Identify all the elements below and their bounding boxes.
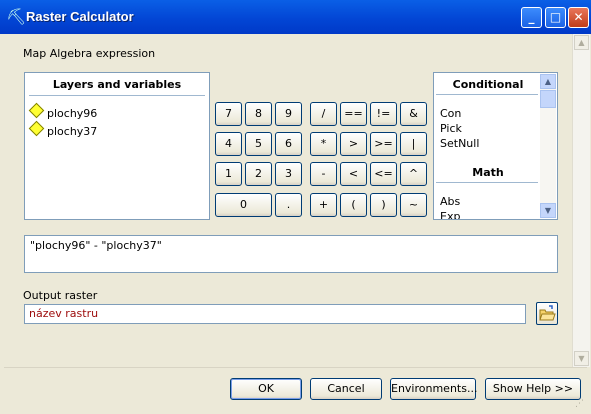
raster-layer-icon (28, 120, 45, 137)
key-less-equal[interactable]: <= (370, 162, 397, 186)
key-0[interactable]: 0 (215, 193, 272, 217)
key-4[interactable]: 4 (215, 132, 242, 156)
functions-scrollbar[interactable]: ▲ ▼ (540, 74, 556, 218)
raster-layer-icon (28, 102, 45, 119)
layer-item-plochy96[interactable]: plochy96 (28, 102, 97, 122)
key-greater-equal[interactable]: >= (370, 132, 397, 156)
function-abs[interactable]: Abs (440, 195, 460, 208)
output-raster-label: Output raster (23, 289, 98, 302)
functions-list[interactable]: Conditional Con Pick SetNull Math Abs Ex… (433, 72, 558, 220)
key-7[interactable]: 7 (215, 102, 242, 126)
scroll-thumb[interactable] (540, 90, 556, 108)
expression-label: Map Algebra expression (23, 47, 156, 60)
show-help-button[interactable]: Show Help >> (485, 378, 581, 400)
maximize-button[interactable]: □ (545, 7, 566, 28)
function-con[interactable]: Con (440, 107, 461, 120)
conditional-divider (436, 94, 538, 95)
key-8[interactable]: 8 (245, 102, 272, 126)
key-multiply[interactable]: * (310, 132, 337, 156)
key-5[interactable]: 5 (245, 132, 272, 156)
raster-calculator-icon: ⛏ (6, 7, 27, 26)
ok-button[interactable]: OK (230, 378, 302, 400)
open-folder-icon (539, 305, 556, 321)
function-setnull[interactable]: SetNull (440, 137, 479, 150)
key-close-paren[interactable]: ) (370, 193, 397, 217)
resize-grip-icon[interactable]: ⋰ (575, 399, 585, 409)
key-decimal[interactable]: . (275, 193, 302, 217)
browse-folder-button[interactable] (536, 302, 558, 325)
key-plus[interactable]: + (310, 193, 337, 217)
key-3[interactable]: 3 (275, 162, 302, 186)
expression-textbox[interactable]: "plochy96" - "plochy37" (24, 235, 558, 273)
window-title: Raster Calculator (26, 9, 134, 24)
key-and[interactable]: & (400, 102, 427, 126)
minimize-button[interactable]: _ (521, 7, 542, 28)
output-raster-input[interactable]: název rastru (24, 304, 526, 324)
key-9[interactable]: 9 (275, 102, 302, 126)
scroll-up-icon[interactable]: ▲ (540, 74, 556, 89)
key-2[interactable]: 2 (245, 162, 272, 186)
layer-item-plochy37[interactable]: plochy37 (28, 120, 97, 140)
scroll-down-icon[interactable]: ▼ (540, 203, 556, 218)
key-minus[interactable]: - (310, 162, 337, 186)
scroll-up-icon[interactable]: ▲ (574, 35, 589, 50)
key-divide[interactable]: / (310, 102, 337, 126)
key-xor[interactable]: ^ (400, 162, 427, 186)
conditional-header: Conditional (452, 78, 524, 91)
key-6[interactable]: 6 (275, 132, 302, 156)
key-greater[interactable]: > (340, 132, 367, 156)
key-equal[interactable]: == (340, 102, 367, 126)
math-divider (436, 182, 538, 183)
layers-panel-header: Layers and variables (29, 77, 205, 96)
title-bar[interactable]: ⛏ Raster Calculator _ □ ✕ (0, 0, 591, 34)
scroll-down-icon[interactable]: ▼ (574, 351, 589, 366)
key-not-equal[interactable]: != (370, 102, 397, 126)
dialog-scrollbar[interactable]: ▲ ▼ (572, 34, 590, 367)
function-pick[interactable]: Pick (440, 122, 462, 135)
key-1[interactable]: 1 (215, 162, 242, 186)
dialog-body: ▲ ▼ Map Algebra expression Layers and va… (4, 34, 590, 411)
layers-panel[interactable]: Layers and variables plochy96 plochy37 (24, 72, 210, 220)
function-exp[interactable]: Exp (440, 210, 460, 219)
math-header: Math (472, 166, 504, 179)
dialog-button-bar: OK Cancel Environments... Show Help >> ⋰ (4, 367, 587, 411)
key-open-paren[interactable]: ( (340, 193, 367, 217)
environments-button[interactable]: Environments... (390, 378, 477, 400)
key-not[interactable]: ~ (400, 193, 427, 217)
key-less[interactable]: < (340, 162, 367, 186)
cancel-button[interactable]: Cancel (310, 378, 382, 400)
key-or[interactable]: | (400, 132, 427, 156)
close-button[interactable]: ✕ (568, 7, 589, 28)
